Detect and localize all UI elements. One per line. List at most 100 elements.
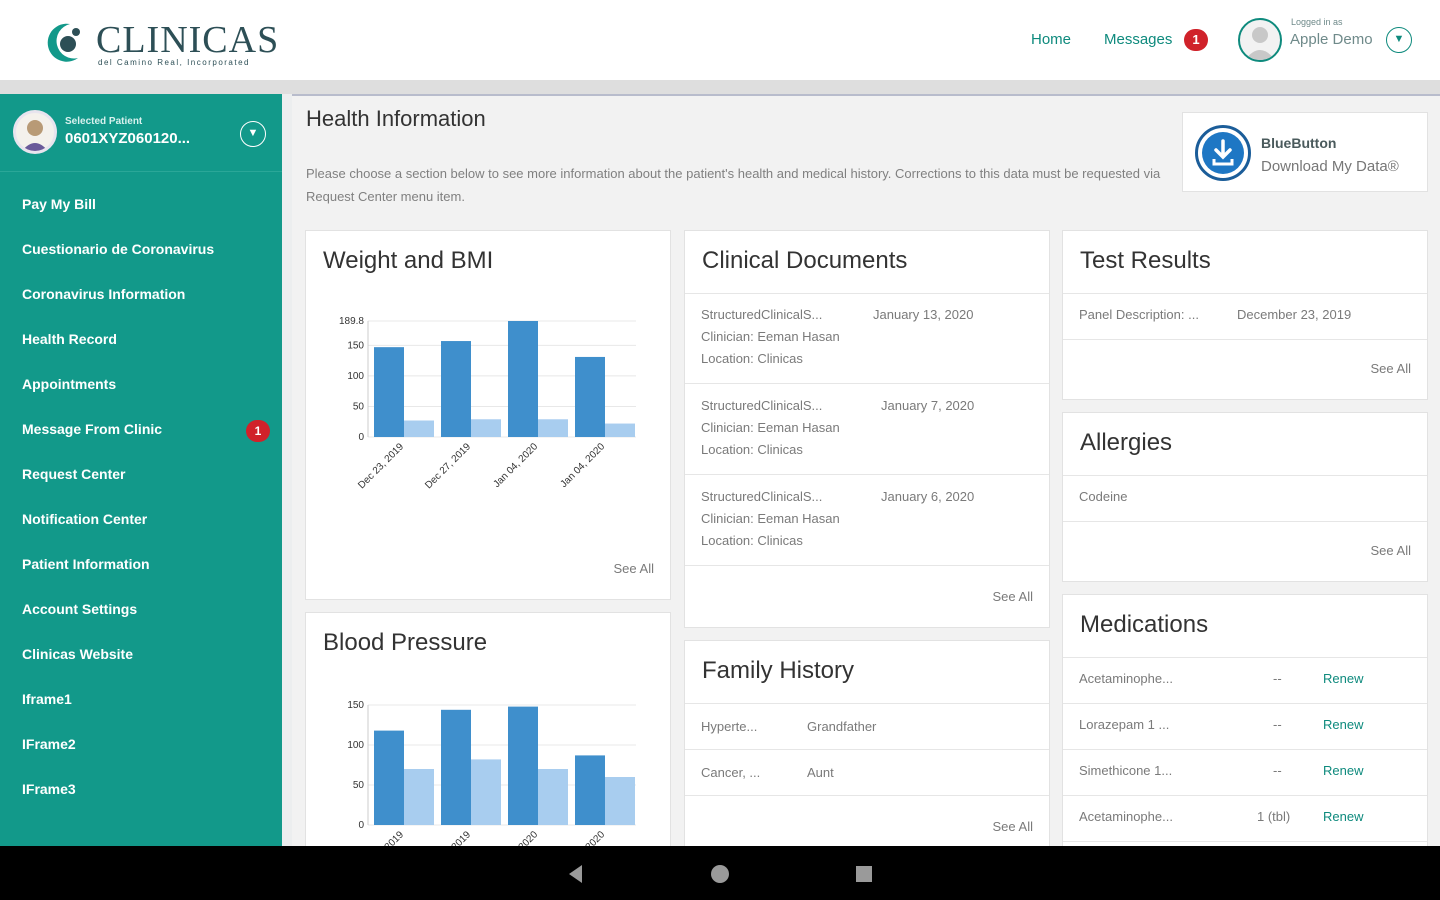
bluebutton-title: BlueButton: [1261, 135, 1337, 151]
family-history-card[interactable]: Family History Hyperte... Grandfather Ca…: [684, 640, 1050, 852]
bluebutton-download-card[interactable]: BlueButton Download My Data®: [1182, 112, 1428, 192]
clinicas-logo[interactable]: CLINICAS del Camino Real, Incorporated: [40, 18, 280, 68]
back-icon[interactable]: [562, 860, 590, 888]
y-tick-label: 50: [353, 401, 365, 412]
chart-bar[interactable]: [508, 706, 538, 825]
weight-bmi-card[interactable]: Weight and BMI 189.8 150 100 50 0 Dec 23, 201…: [305, 230, 671, 600]
chart-bar[interactable]: [374, 347, 404, 437]
medication-name: Simethicone 1...: [1079, 763, 1173, 778]
bluebutton-subtitle: Download My Data®: [1261, 158, 1399, 175]
allergies-card[interactable]: Allergies Codeine See All: [1062, 412, 1428, 582]
chart-bar[interactable]: [508, 321, 538, 437]
logo-text: CLINICAS: [96, 19, 280, 61]
chart-bar[interactable]: [404, 769, 434, 825]
sidebar-item-iframe3[interactable]: IFrame3: [22, 781, 76, 797]
sidebar-item-account-settings[interactable]: Account Settings: [22, 601, 137, 617]
document-clinician: Clinician: Eeman Hasan: [701, 329, 840, 344]
medications-title: Medications: [1080, 611, 1209, 638]
chart-bar[interactable]: [471, 759, 501, 825]
x-tick-label: Dec 23, 2019: [356, 441, 406, 491]
document-location: Location: Clinicas: [701, 533, 803, 548]
family-see-all-link[interactable]: See All: [993, 819, 1033, 834]
sidebar-item-cuestionario[interactable]: Cuestionario de Coronavirus: [22, 241, 214, 257]
chart-bar[interactable]: [471, 419, 501, 437]
tests-see-all-link[interactable]: See All: [1371, 361, 1411, 376]
x-tick-label: Dec 27, 2019: [423, 441, 473, 491]
medication-renew-button[interactable]: Renew: [1323, 809, 1363, 824]
y-tick-label: 100: [347, 371, 364, 382]
chart-bar[interactable]: [575, 755, 605, 825]
document-location: Location: Clinicas: [701, 351, 803, 366]
allergies-title: Allergies: [1080, 429, 1173, 456]
page-title: Health Information: [306, 106, 486, 131]
document-name: StructuredClinicalS...: [701, 398, 823, 413]
document-date: January 13, 2020: [873, 307, 974, 322]
chart-bar[interactable]: [605, 423, 635, 437]
document-name: StructuredClinicalS...: [701, 489, 823, 504]
medication-renew-button[interactable]: Renew: [1323, 671, 1363, 686]
sidebar-item-request-center[interactable]: Request Center: [22, 466, 125, 482]
chart-bar[interactable]: [441, 341, 471, 437]
allergies-see-all-link[interactable]: See All: [1371, 543, 1411, 558]
family-relation: Grandfather: [807, 719, 877, 734]
documents-see-all-link[interactable]: See All: [993, 589, 1033, 604]
chart-bar[interactable]: [404, 420, 434, 437]
chart-bar[interactable]: [538, 419, 568, 437]
patient-avatar: [13, 110, 57, 154]
clinical-documents-title: Clinical Documents: [702, 247, 908, 274]
patient-portrait-icon: [22, 120, 48, 151]
patient-select-chevron-icon[interactable]: ▼: [240, 121, 266, 147]
chart-bar[interactable]: [605, 777, 635, 825]
selected-patient-box[interactable]: Selected Patient 0601XYZ060120... ▼: [0, 94, 282, 172]
sidebar-item-patient-information[interactable]: Patient Information: [22, 556, 150, 572]
sidebar-item-iframe2[interactable]: IFrame2: [22, 736, 76, 752]
chart-bar[interactable]: [538, 769, 568, 825]
document-item[interactable]: StructuredClinicalS... January 6, 2020 C…: [685, 475, 1049, 565]
sidebar-item-clinicas-website[interactable]: Clinicas Website: [22, 646, 133, 662]
medication-qty: 1 (tbl): [1257, 809, 1291, 824]
family-condition: Hyperte...: [701, 719, 758, 734]
sidebar-item-pay-my-bill[interactable]: Pay My Bill: [22, 196, 96, 212]
sidebar-item-health-record[interactable]: Health Record: [22, 331, 117, 347]
sidebar-item-iframe1[interactable]: Iframe1: [22, 691, 72, 707]
test-results-card[interactable]: Test Results Panel Description: ... Dece…: [1062, 230, 1428, 400]
logged-in-label: Logged in as: [1291, 17, 1343, 27]
sidebar-item-coronavirus-info[interactable]: Coronavirus Information: [22, 286, 185, 302]
recent-apps-icon[interactable]: [850, 860, 878, 888]
family-condition: Cancer, ...: [701, 765, 761, 780]
medication-renew-button[interactable]: Renew: [1323, 763, 1363, 778]
user-menu-chevron-icon[interactable]: ▼: [1386, 27, 1412, 53]
chart-bar[interactable]: [374, 730, 404, 825]
logo-subtitle: del Camino Real, Incorporated: [98, 58, 251, 67]
sidebar-item-appointments[interactable]: Appointments: [22, 376, 116, 392]
document-item[interactable]: StructuredClinicalS... January 13, 2020 …: [685, 293, 1049, 383]
android-navigation-bar: [0, 846, 1440, 900]
clinical-documents-card[interactable]: Clinical Documents StructuredClinicalS..…: [684, 230, 1050, 628]
medication-name: Lorazepam 1 ...: [1079, 717, 1170, 732]
medications-card[interactable]: Medications Acetaminophe... -- Renew Lor…: [1062, 594, 1428, 852]
logo-mark-icon: [47, 23, 80, 62]
sidebar-item-notification-center[interactable]: Notification Center: [22, 511, 147, 527]
chart-bar[interactable]: [441, 709, 471, 825]
home-circle-icon[interactable]: [706, 860, 734, 888]
document-date: January 6, 2020: [881, 489, 975, 504]
weight-see-all-link[interactable]: See All: [614, 561, 654, 576]
chart-bar[interactable]: [575, 356, 605, 437]
family-relation: Aunt: [807, 765, 834, 780]
user-avatar[interactable]: [1238, 18, 1282, 62]
sidebar-item-message-from-clinic[interactable]: Message From Clinic: [22, 421, 162, 437]
test-name[interactable]: Panel Description: ...: [1079, 307, 1199, 322]
nav-messages-link[interactable]: Messages: [1104, 31, 1172, 48]
medication-renew-button[interactable]: Renew: [1323, 717, 1363, 732]
medication-name: Acetaminophe...: [1079, 671, 1173, 686]
user-name: Apple Demo: [1290, 31, 1373, 48]
nav-home-link[interactable]: Home: [1031, 31, 1071, 48]
main-content: Health Information Please choose a secti…: [292, 94, 1440, 853]
medication-name: Acetaminophe...: [1079, 809, 1173, 824]
document-item[interactable]: StructuredClinicalS... January 7, 2020 C…: [685, 384, 1049, 474]
medication-qty: --: [1273, 763, 1282, 778]
test-results-title: Test Results: [1080, 247, 1211, 274]
app-header: CLINICAS del Camino Real, Incorporated H…: [0, 0, 1440, 80]
y-tick-label: 0: [358, 432, 364, 443]
blood-pressure-card[interactable]: Blood Pressure 150100500Dec 23, 2019Dec …: [305, 612, 671, 853]
